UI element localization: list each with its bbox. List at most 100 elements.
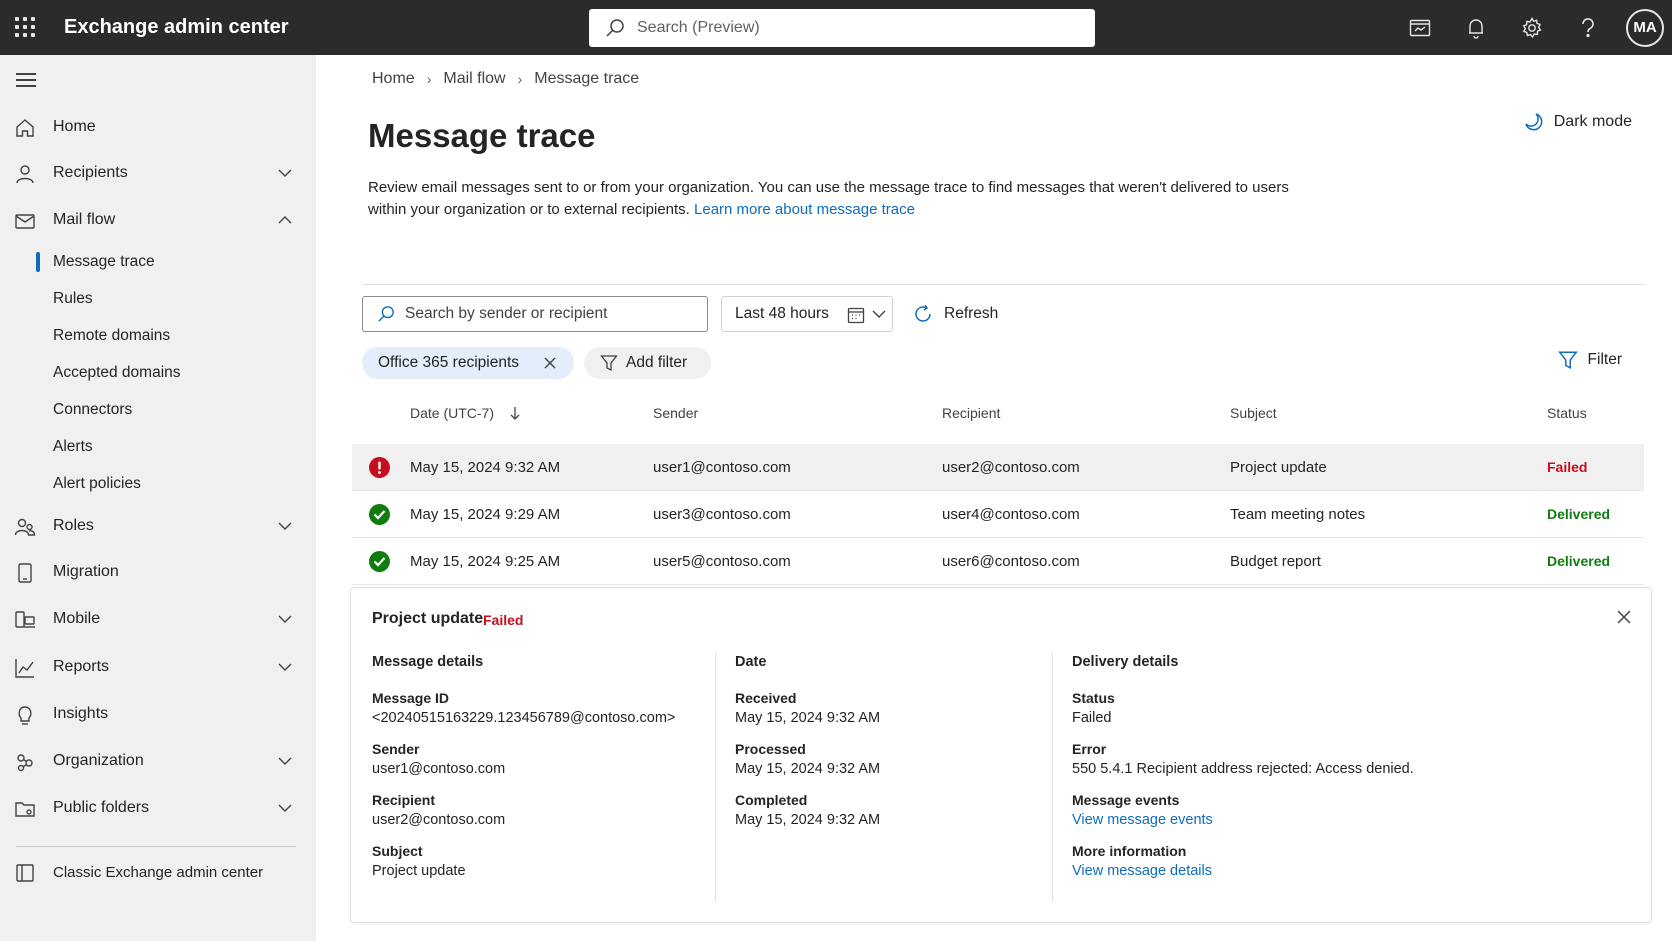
column-divider xyxy=(715,652,716,902)
message-id-value: <20240515163229.123456789@contoso.com> xyxy=(372,710,676,726)
breadcrumb-home[interactable]: Home xyxy=(372,70,415,88)
person-icon xyxy=(16,165,34,184)
table-row[interactable]: May 15, 2024 9:29 AM user3@contoso.com u… xyxy=(352,491,1644,538)
feedback-icon[interactable] xyxy=(1392,0,1448,55)
nav-item-organization[interactable]: Organization xyxy=(0,741,316,781)
column-header-recipient[interactable]: Recipient xyxy=(942,405,1000,421)
refresh-button[interactable]: Refresh xyxy=(912,299,998,329)
active-filter-label: Office 365 recipients xyxy=(378,354,520,371)
processed-value: May 15, 2024 9:32 AM xyxy=(735,761,881,777)
subnav-item-alert-policies[interactable]: Alert policies xyxy=(0,467,316,501)
field-label: More information xyxy=(1072,843,1187,859)
nav-item-reports[interactable]: Reports xyxy=(0,647,316,687)
check-circle-icon xyxy=(369,551,390,572)
section-heading: Date xyxy=(735,654,767,670)
cell-recipient: user6@contoso.com xyxy=(942,553,1080,570)
app-launcher-icon[interactable] xyxy=(14,16,36,38)
nav-item-label: Insights xyxy=(53,705,109,722)
column-header-sender[interactable]: Sender xyxy=(653,405,698,421)
column-header-status[interactable]: Status xyxy=(1547,405,1587,421)
view-message-events-link[interactable]: View message events xyxy=(1072,810,1592,830)
search-icon xyxy=(606,19,624,37)
view-message-details-link[interactable]: View message details xyxy=(1072,861,1592,881)
chevron-down-icon[interactable] xyxy=(277,613,293,625)
cell-subject: Project update xyxy=(1230,459,1327,476)
help-icon[interactable] xyxy=(1560,0,1616,55)
classic-window-icon xyxy=(16,864,34,882)
filter-label: Filter xyxy=(1587,351,1622,368)
table-row[interactable]: May 15, 2024 9:25 AM user5@contoso.com u… xyxy=(352,538,1644,585)
breadcrumb-mail-flow[interactable]: Mail flow xyxy=(443,70,505,88)
subnav-item-label: Alert policies xyxy=(53,475,141,492)
subnav-item-label: Alerts xyxy=(53,438,93,455)
nav-item-recipients[interactable]: Recipients xyxy=(0,153,316,193)
nav-item-home[interactable]: Home xyxy=(0,107,316,147)
error-value: 550 5.4.1 Recipient address rejected: Ac… xyxy=(1072,761,1414,777)
chevron-down-icon[interactable] xyxy=(277,520,293,532)
subnav-item-message-trace[interactable]: Message trace xyxy=(0,245,316,279)
chevron-down-icon xyxy=(872,310,886,318)
add-filter-button[interactable]: Add filter xyxy=(584,347,711,379)
chevron-down-icon[interactable] xyxy=(277,167,293,179)
subnav-item-connectors[interactable]: Connectors xyxy=(0,393,316,427)
hamburger-menu-icon[interactable] xyxy=(16,73,36,89)
search-icon xyxy=(378,306,394,322)
left-navigation: Home Recipients Mail flow Message trace … xyxy=(0,55,316,941)
sender-recipient-search-input[interactable]: Search by sender or recipient xyxy=(362,296,708,332)
app-title[interactable]: Exchange admin center xyxy=(64,16,289,39)
organization-icon xyxy=(17,754,33,772)
notifications-bell-icon[interactable] xyxy=(1448,0,1504,55)
chevron-down-icon[interactable] xyxy=(277,661,293,673)
calendar-icon xyxy=(847,307,865,324)
section-heading: Message details xyxy=(372,654,484,670)
field-label: Processed xyxy=(735,741,806,757)
cell-sender: user5@contoso.com xyxy=(653,553,791,570)
dark-mode-label: Dark mode xyxy=(1553,113,1632,130)
details-title: Project update xyxy=(372,610,484,627)
nav-item-insights[interactable]: Insights xyxy=(0,694,316,734)
nav-item-classic-eac[interactable]: Classic Exchange admin center xyxy=(0,852,316,892)
field-label: Recipient xyxy=(372,792,436,808)
subnav-item-remote-domains[interactable]: Remote domains xyxy=(0,319,316,353)
date-range-dropdown[interactable]: Last 48 hours xyxy=(721,296,893,332)
refresh-icon xyxy=(915,304,931,322)
nav-item-label: Reports xyxy=(53,658,110,675)
active-filter-chip[interactable]: Office 365 recipients xyxy=(362,347,574,379)
chevron-down-icon[interactable] xyxy=(277,802,293,814)
funnel-icon xyxy=(1557,351,1578,369)
remove-filter-close-icon[interactable] xyxy=(543,356,557,370)
user-avatar[interactable]: MA xyxy=(1626,8,1664,47)
subnav-item-accepted-domains[interactable]: Accepted domains xyxy=(0,356,316,390)
nav-item-migration[interactable]: Migration xyxy=(0,552,316,592)
subnav-item-label: Rules xyxy=(53,290,93,307)
chevron-down-icon[interactable] xyxy=(277,755,293,767)
cell-date: May 15, 2024 9:32 AM xyxy=(410,459,561,476)
cell-status: Delivered xyxy=(1547,553,1611,569)
nav-item-label: Migration xyxy=(53,563,119,580)
field-label: Subject xyxy=(372,843,423,859)
dark-mode-toggle[interactable]: Dark mode xyxy=(1524,112,1632,132)
subnav-item-rules[interactable]: Rules xyxy=(0,282,316,316)
settings-gear-icon[interactable] xyxy=(1504,0,1560,55)
refresh-label: Refresh xyxy=(944,305,999,322)
column-header-subject[interactable]: Subject xyxy=(1230,405,1277,421)
page-description: Review email messages sent to or from yo… xyxy=(368,177,1328,221)
subnav-item-label: Accepted domains xyxy=(53,364,181,381)
home-icon xyxy=(16,119,34,137)
nav-item-roles[interactable]: Roles xyxy=(0,506,316,546)
filter-button[interactable]: Filter xyxy=(1557,350,1622,370)
column-header-date[interactable]: Date (UTC-7) xyxy=(410,405,520,421)
global-search-input[interactable]: Search (Preview) xyxy=(589,9,1095,47)
cell-status: Delivered xyxy=(1547,506,1611,522)
date-section: Date Received May 15, 2024 9:32 AM Proce… xyxy=(735,654,1035,841)
cell-subject: Team meeting notes xyxy=(1230,506,1366,523)
chevron-up-icon[interactable] xyxy=(277,214,293,226)
subnav-item-alerts[interactable]: Alerts xyxy=(0,430,316,464)
nav-item-mail-flow[interactable]: Mail flow xyxy=(0,200,316,240)
recipient-value: user2@contoso.com xyxy=(372,812,506,828)
close-icon[interactable] xyxy=(1615,608,1633,626)
nav-item-public-folders[interactable]: Public folders xyxy=(0,788,316,828)
table-row[interactable]: May 15, 2024 9:32 AM user1@contoso.com u… xyxy=(352,444,1644,491)
nav-item-mobile[interactable]: Mobile xyxy=(0,599,316,639)
learn-more-link[interactable]: Learn more about message trace xyxy=(694,201,915,218)
